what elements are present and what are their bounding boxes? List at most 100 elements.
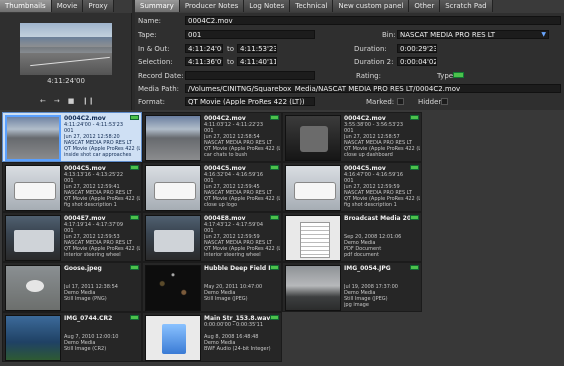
- selection-label: Selection:: [138, 58, 173, 66]
- clip-card[interactable]: 0004E8.mov 4:17:43'12 - 4:17:59'04 001 Jun …: [142, 212, 282, 262]
- clip-thumbnail[interactable]: [145, 215, 201, 261]
- media-type-icon: [130, 265, 139, 270]
- clip-info-line: interior steering wheel: [64, 252, 121, 258]
- tape-field[interactable]: 001: [185, 30, 315, 39]
- clip-card[interactable]: Goose.jpeg Jul 17, 2011 12:38:54 Demo Medi…: [2, 262, 142, 312]
- media-type-icon: [410, 165, 419, 170]
- clip-thumbnail[interactable]: [145, 165, 201, 211]
- tape-label: Tape:: [138, 31, 157, 39]
- metadata-summary-panel: Name: 0004C2.mov Tape: 001 Bin: NASCAT M…: [135, 13, 564, 110]
- clip-name: 0004C2.mov: [344, 115, 386, 122]
- clip-info-line: pdf document: [344, 252, 379, 258]
- clip-card[interactable]: IMG_0744.CR2 Aug 7, 2010 12:00:10 Demo Med…: [2, 312, 142, 362]
- clip-name: 0004C5.mov: [204, 165, 246, 172]
- clip-thumbnail[interactable]: [145, 315, 201, 361]
- clip-info-line: inside shot car approaches: [64, 152, 132, 158]
- bin-value: NASCAT MEDIA PRO RES LT: [400, 31, 496, 39]
- clip-info-line: close up logo: [204, 202, 238, 208]
- duration-field[interactable]: 0:00:29'23: [397, 44, 437, 53]
- tab-technical[interactable]: Technical: [290, 0, 334, 12]
- media-path-field[interactable]: /Volumes/CINITNG/Squarebox_Media/NASCAT …: [185, 84, 561, 93]
- marked-label: Marked:: [366, 98, 395, 106]
- media-path-label: Media Path:: [138, 85, 179, 93]
- clip-thumbnail[interactable]: [145, 265, 201, 311]
- previous-icon[interactable]: ←: [40, 97, 46, 105]
- tab-proxy[interactable]: Proxy: [83, 0, 114, 12]
- clip-thumbnail[interactable]: [285, 115, 341, 161]
- clip-info-line: fig shot description 1: [64, 202, 117, 208]
- inout-label: In & Out:: [138, 45, 170, 53]
- metadata-tabbar: Summary Producer Notes Log Notes Technic…: [135, 0, 564, 13]
- clip-name: Broadcast Media 2010.pdf: [344, 215, 412, 222]
- media-type-icon: [270, 315, 279, 320]
- clip-thumbnail[interactable]: [5, 215, 61, 261]
- clip-name: IMG_0744.CR2: [64, 315, 113, 322]
- clip-card[interactable]: 0004C5.mov 4:16:32'04 - 4:16:59'16 001 Jun …: [142, 162, 282, 212]
- tab-log-notes[interactable]: Log Notes: [244, 0, 291, 12]
- clip-info-line: fig shot description 1: [344, 202, 397, 208]
- marked-checkbox[interactable]: [397, 98, 404, 105]
- clip-thumbnail[interactable]: [145, 115, 201, 161]
- clip-name: Main Str_153.8.wav: [204, 315, 271, 322]
- clip-card[interactable]: Broadcast Media 2010.pdfSep 20, 2008 12:…: [282, 212, 422, 262]
- clip-info-line: Still Image (CR2): [64, 346, 107, 352]
- clip-name: 0004C5.mov: [64, 165, 106, 172]
- bin-select[interactable]: NASCAT MEDIA PRO RES LT ▼: [397, 30, 549, 39]
- record-date-field[interactable]: [185, 71, 315, 80]
- selection-out-field[interactable]: 4:11:40'11: [237, 57, 277, 66]
- clip-info-line: 0:00:00'00 - 0:00:35'11: [204, 322, 264, 328]
- pause-icon[interactable]: ❙❙: [82, 97, 94, 105]
- tab-thumbnails[interactable]: Thumbnails: [0, 0, 52, 12]
- clip-card[interactable]: 0004C2.mov 4:11:03'12 - 4:11:22'23 001 Jun …: [142, 112, 282, 162]
- tab-scratch-pad[interactable]: Scratch Pad: [440, 0, 493, 12]
- name-label: Name:: [138, 17, 162, 25]
- media-type-icon: [270, 115, 279, 120]
- preview-controls: ← → ■ ❙❙: [40, 97, 94, 105]
- clip-name: Goose.jpeg: [64, 265, 102, 272]
- to-label-2: to: [227, 58, 235, 66]
- clip-card[interactable]: IMG_0054.JPG Jul 19, 2008 17:37:00 Demo Me…: [282, 262, 422, 312]
- to-label: to: [227, 45, 235, 53]
- hidden-checkbox[interactable]: [441, 98, 448, 105]
- duration-2-field[interactable]: 0:00:04'02: [397, 57, 437, 66]
- clip-card[interactable]: Hubble Deep Field PhotoMay 20, 2011 10:4…: [142, 262, 282, 312]
- clip-card[interactable]: 0004C5.mov 4:13:13'16 - 4:13:25'22 001 Jun …: [2, 162, 142, 212]
- tab-new-custom-panel[interactable]: New custom panel: [333, 0, 410, 12]
- clip-info-line: Still Image (PNG): [64, 296, 107, 302]
- clip-thumbnail[interactable]: [5, 315, 61, 361]
- clip-info-line: car chats to bush: [204, 152, 248, 158]
- media-type-icon: [130, 165, 139, 170]
- clip-card[interactable]: 0004C2.mov 3:55:38'00 - 3:56:53'23 001 Jun …: [282, 112, 422, 162]
- clip-thumbnail[interactable]: [5, 265, 61, 311]
- in-point-field[interactable]: 4:11:24'00: [185, 44, 223, 53]
- viewer-tabbar: Thumbnails Movie Proxy: [0, 0, 132, 13]
- clip-info-line: jpg image: [344, 302, 369, 308]
- preview-image[interactable]: [20, 23, 112, 75]
- tab-movie[interactable]: Movie: [51, 0, 84, 12]
- clip-name: IMG_0054.JPG: [344, 265, 391, 272]
- clip-card[interactable]: 0004C2.mov 4:11:24'00 - 4:11:53'23 001 Jun …: [2, 112, 142, 162]
- selection-highlight: [5, 115, 61, 161]
- tab-summary[interactable]: Summary: [135, 0, 180, 12]
- clip-name: 0004E8.mov: [204, 215, 246, 222]
- format-label: Format:: [138, 98, 166, 106]
- clip-card[interactable]: 0004E7.mov 4:17:19'14 - 4:17:37'09 001 Jun …: [2, 212, 142, 262]
- clip-thumbnail[interactable]: [285, 215, 341, 261]
- format-field[interactable]: QT Movie (Apple ProRes 422 (LT)): [185, 97, 315, 106]
- clip-name: Hubble Deep Field Photo: [204, 265, 272, 272]
- next-icon[interactable]: →: [54, 97, 60, 105]
- duration-2-label: Duration 2:: [354, 58, 394, 66]
- tab-producer-notes[interactable]: Producer Notes: [179, 0, 245, 12]
- selection-in-field[interactable]: 4:11:36'09: [185, 57, 223, 66]
- clip-thumbnail[interactable]: [5, 165, 61, 211]
- out-point-field[interactable]: 4:11:53'23: [237, 44, 277, 53]
- clip-thumbnail[interactable]: [285, 165, 341, 211]
- tab-other[interactable]: Other: [409, 0, 441, 12]
- rating-label: Rating:: [356, 72, 381, 80]
- stop-icon[interactable]: ■: [68, 97, 75, 105]
- name-field[interactable]: 0004C2.mov: [185, 16, 561, 25]
- clip-card[interactable]: Main Str_153.8.wav 0:00:00'00 - 0:00:35'1…: [142, 312, 282, 362]
- clip-card[interactable]: 0004C5.mov 4:16:47'00 - 4:16:59'16 001 Jun …: [282, 162, 422, 212]
- clip-name: 0004C2.mov: [64, 115, 106, 122]
- clip-thumbnail[interactable]: [285, 265, 341, 311]
